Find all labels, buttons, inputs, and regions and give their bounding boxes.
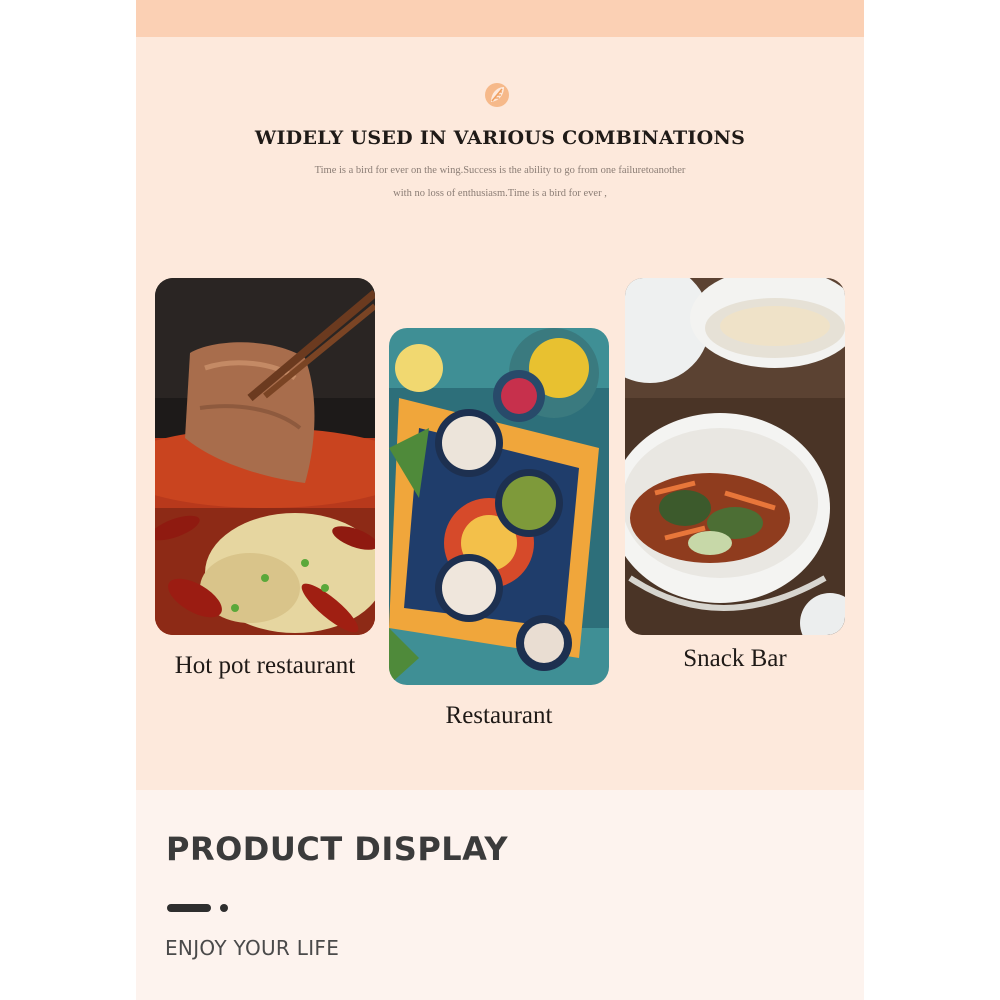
- section-subtitle-line-2: with no loss of enthusiasm.Time is a bir…: [393, 188, 607, 199]
- restaurant-photo: [389, 328, 609, 685]
- product-display-subtitle: ENJOY YOUR LIFE: [165, 936, 340, 960]
- section-subtitle-line-1: Time is a bird for ever on the wing.Succ…: [314, 165, 686, 176]
- snack-bar-photo: [625, 278, 845, 635]
- hot-pot-caption: Hot pot restaurant: [174, 652, 356, 679]
- top-band: [136, 0, 864, 37]
- leaf-icon: [485, 83, 509, 107]
- content-column: WIDELY USED IN VARIOUS COMBINATIONS Time…: [136, 0, 864, 1000]
- divider-dash: [167, 904, 211, 912]
- hot-pot-photo: [155, 278, 375, 635]
- divider-dot: [220, 904, 228, 912]
- product-display-title: PRODUCT DISPLAY: [166, 830, 509, 868]
- section-title: WIDELY USED IN VARIOUS COMBINATIONS: [254, 127, 746, 149]
- usage-section: WIDELY USED IN VARIOUS COMBINATIONS Time…: [136, 37, 864, 790]
- product-display-section: PRODUCT DISPLAY ENJOY YOUR LIFE: [136, 790, 864, 1000]
- snack-bar-caption: Snack Bar: [683, 645, 787, 672]
- restaurant-caption: Restaurant: [445, 702, 553, 729]
- page: WIDELY USED IN VARIOUS COMBINATIONS Time…: [0, 0, 1000, 1000]
